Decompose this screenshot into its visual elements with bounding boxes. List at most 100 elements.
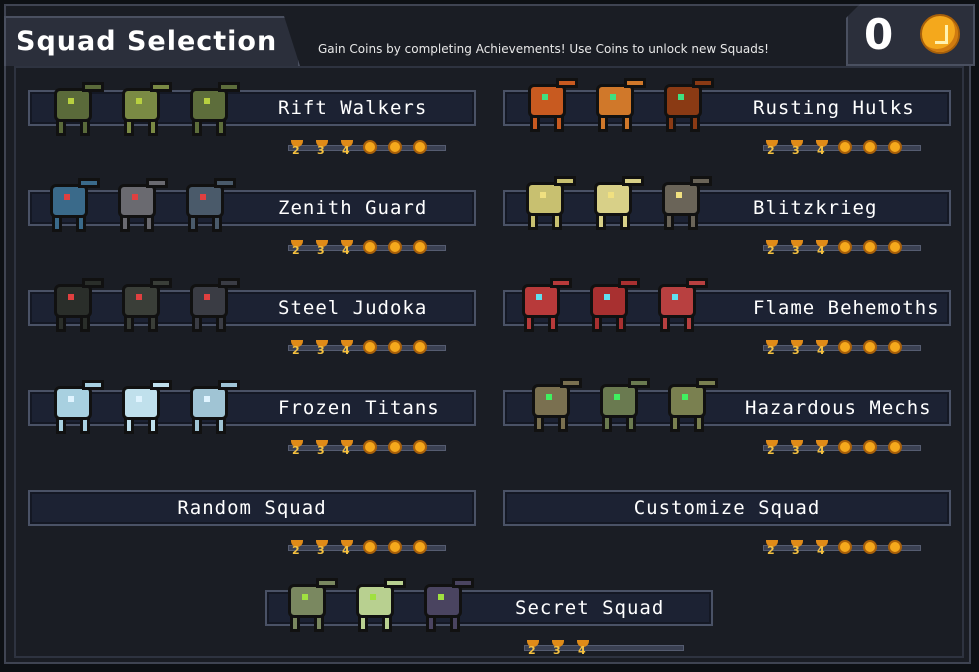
mech-portraits — [44, 272, 240, 336]
trophy-icon: 2 — [288, 140, 306, 157]
squad-name: Blitzkrieg — [753, 197, 878, 219]
mech-sprite-icon — [518, 72, 578, 136]
mech-sprite-icon — [652, 170, 712, 234]
trophy-icon: 4 — [574, 640, 592, 657]
mech-sprite-icon — [658, 372, 718, 436]
trophy-icon: 4 — [813, 240, 831, 257]
trophy-icon: 3 — [313, 340, 331, 357]
squad-name: Rusting Hulks — [753, 97, 915, 119]
mech-sprite-icon — [512, 272, 572, 336]
achievement-rewards: 234 — [288, 140, 446, 157]
coin-reward-icon — [888, 540, 902, 554]
mech-sprite-icon — [580, 272, 640, 336]
trophy-icon: 4 — [338, 140, 356, 157]
coin-reward-icon — [838, 340, 852, 354]
mech-portraits — [522, 372, 718, 436]
squad-button[interactable]: Customize Squad — [503, 490, 951, 526]
coin-reward-icon — [413, 440, 427, 454]
trophy-icon: 2 — [763, 240, 781, 257]
mech-sprite-icon — [108, 172, 168, 236]
coin-reward-icon — [863, 140, 877, 154]
coin-reward-icon — [863, 540, 877, 554]
trophy-icon: 3 — [313, 240, 331, 257]
mech-sprite-icon — [516, 170, 576, 234]
mech-sprite-icon — [278, 572, 338, 636]
trophy-icon: 2 — [763, 140, 781, 157]
coin-reward-icon — [838, 440, 852, 454]
coin-reward-icon — [413, 340, 427, 354]
coin-reward-icon — [888, 140, 902, 154]
mech-sprite-icon — [590, 372, 650, 436]
trophy-icon: 2 — [288, 440, 306, 457]
coin-reward-icon — [413, 540, 427, 554]
mech-sprite-icon — [584, 170, 644, 234]
squad-name: Rift Walkers — [278, 97, 428, 119]
trophy-icon: 3 — [788, 340, 806, 357]
coin-reward-icon — [863, 440, 877, 454]
squad-name: Customize Squad — [633, 497, 821, 519]
achievement-rewards: 234 — [288, 540, 446, 557]
achievement-rewards: 234 — [288, 340, 446, 357]
page-title: Squad Selection — [16, 26, 278, 57]
trophy-icon: 2 — [524, 640, 542, 657]
squad-name: Flame Behemoths — [753, 297, 940, 319]
mech-sprite-icon — [522, 372, 582, 436]
mech-sprite-icon — [180, 374, 240, 438]
trophy-icon: 2 — [763, 340, 781, 357]
coin-reward-icon — [838, 540, 852, 554]
achievement-rewards: 234 — [763, 340, 921, 357]
mech-sprite-icon — [180, 76, 240, 140]
trophy-icon: 4 — [813, 340, 831, 357]
mech-sprite-icon — [654, 72, 714, 136]
mech-portraits — [518, 72, 714, 136]
mech-sprite-icon — [112, 76, 172, 140]
squad-name: Random Squad — [177, 497, 327, 519]
mech-sprite-icon — [586, 72, 646, 136]
mech-portraits — [44, 374, 240, 438]
squad-name: Hazardous Mechs — [745, 397, 932, 419]
squad-name: Zenith Guard — [278, 197, 428, 219]
coin-reward-icon — [363, 340, 377, 354]
coin-reward-icon — [363, 540, 377, 554]
coin-reward-icon — [388, 340, 402, 354]
squad-name: Steel Judoka — [278, 297, 428, 319]
coins-hint-text: Gain Coins by completing Achievements! U… — [318, 42, 769, 56]
mech-portraits — [44, 76, 240, 140]
mech-portraits — [516, 170, 712, 234]
trophy-icon: 3 — [788, 540, 806, 557]
mech-sprite-icon — [180, 272, 240, 336]
trophy-icon: 3 — [549, 640, 567, 657]
coin-reward-icon — [413, 240, 427, 254]
coin-reward-icon — [888, 440, 902, 454]
squad-name: Secret Squad — [515, 597, 665, 619]
trophy-icon: 3 — [313, 540, 331, 557]
coin-reward-icon — [863, 240, 877, 254]
achievement-rewards: 234 — [288, 440, 446, 457]
achievement-rewards: 234 — [763, 140, 921, 157]
mech-sprite-icon — [44, 272, 104, 336]
mech-sprite-icon — [112, 272, 172, 336]
mech-sprite-icon — [44, 76, 104, 140]
trophy-icon: 2 — [763, 440, 781, 457]
coin-reward-icon — [363, 240, 377, 254]
mech-sprite-icon — [176, 172, 236, 236]
coin-reward-icon — [863, 340, 877, 354]
coin-reward-icon — [413, 140, 427, 154]
trophy-icon: 4 — [338, 440, 356, 457]
mech-sprite-icon — [648, 272, 708, 336]
trophy-icon: 3 — [788, 440, 806, 457]
mech-portraits — [278, 572, 474, 636]
trophy-icon: 3 — [788, 240, 806, 257]
trophy-icon: 2 — [288, 240, 306, 257]
squad-name: Frozen Titans — [278, 397, 440, 419]
achievement-rewards: 234 — [524, 640, 684, 657]
coin-reward-icon — [363, 140, 377, 154]
coin-reward-icon — [388, 140, 402, 154]
squad-button[interactable]: Random Squad — [28, 490, 476, 526]
mech-portraits — [40, 172, 236, 236]
coin-reward-icon — [388, 440, 402, 454]
coin-reward-icon — [838, 240, 852, 254]
achievement-rewards: 234 — [763, 240, 921, 257]
trophy-icon: 4 — [338, 240, 356, 257]
coin-reward-icon — [388, 540, 402, 554]
